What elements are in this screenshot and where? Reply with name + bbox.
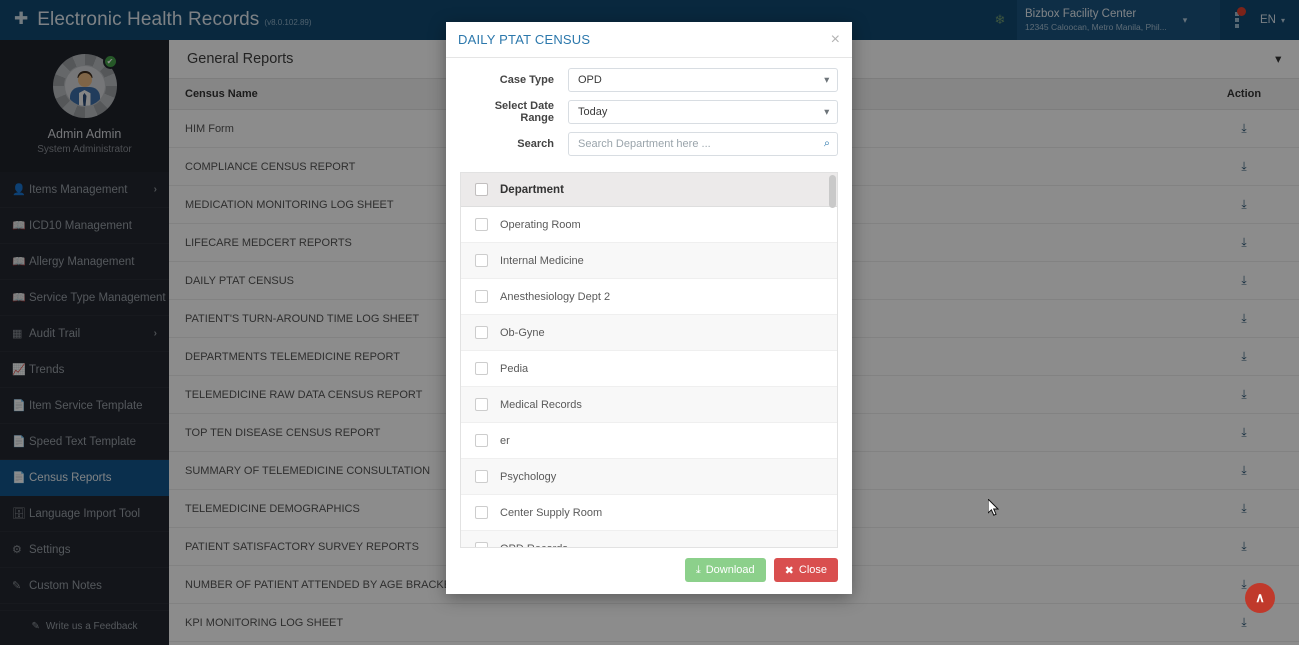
department-list-item[interactable]: OPD Records: [461, 531, 837, 548]
modal-footer: ⤓ Download ✖ Close: [446, 548, 852, 594]
department-checkbox[interactable]: [475, 470, 488, 483]
department-label: Pedia: [500, 362, 529, 375]
department-label: er: [500, 434, 510, 447]
department-checkbox[interactable]: [475, 398, 488, 411]
scrollbar-thumb[interactable]: [829, 175, 836, 208]
department-label: Medical Records: [500, 398, 582, 411]
department-checkbox[interactable]: [475, 434, 488, 447]
case-type-select[interactable]: OPD: [568, 68, 838, 92]
department-list-item[interactable]: Operating Room: [461, 207, 837, 243]
close-button[interactable]: ✖ Close: [773, 558, 838, 582]
department-list-item[interactable]: Internal Medicine: [461, 243, 837, 279]
download-label: Download: [705, 564, 755, 576]
department-list-item[interactable]: Psychology: [461, 459, 837, 495]
department-checkbox[interactable]: [475, 362, 488, 375]
search-input[interactable]: [568, 132, 838, 156]
department-list-item[interactable]: Anesthesiology Dept 2: [461, 279, 837, 315]
department-checkbox[interactable]: [475, 254, 488, 267]
department-label: Internal Medicine: [500, 254, 584, 267]
date-range-label: Select Date Range: [494, 100, 554, 124]
x-icon: ✖: [784, 564, 794, 577]
department-list-item[interactable]: er: [461, 423, 837, 459]
daily-ptat-census-modal: DAILY PTAT CENSUS × Case Type OPD ▾ Sele…: [446, 22, 852, 594]
department-label: Ob-Gyne: [500, 326, 545, 339]
department-list-scrollbar[interactable]: [829, 174, 836, 547]
department-list-item[interactable]: Pedia: [461, 351, 837, 387]
close-label: Close: [798, 564, 827, 576]
modal-header: DAILY PTAT CENSUS ×: [446, 22, 852, 58]
field-case-type: Case Type OPD ▾: [460, 68, 838, 92]
department-column-label: Department: [500, 183, 564, 196]
department-label: OPD Records: [500, 543, 568, 548]
department-list-item[interactable]: Medical Records: [461, 387, 837, 423]
scroll-to-top-button[interactable]: ∧: [1245, 583, 1275, 613]
department-list-item[interactable]: Ob-Gyne: [461, 315, 837, 351]
modal-title: DAILY PTAT CENSUS: [458, 32, 591, 47]
department-list: Department Operating Room Internal Medici…: [460, 172, 838, 548]
department-list-header: Department: [461, 173, 837, 207]
download-button[interactable]: ⤓ Download: [684, 558, 766, 582]
download-icon: ⤓: [695, 563, 701, 576]
app-root: ✚ Electronic Health Records (v8.0.102.89…: [0, 0, 1299, 645]
chevron-up-icon: ∧: [1255, 590, 1265, 605]
department-label: Operating Room: [500, 218, 581, 231]
department-label: Center Supply Room: [500, 506, 603, 519]
department-checkbox[interactable]: [475, 326, 488, 339]
department-checkbox[interactable]: [475, 290, 488, 303]
department-checkbox[interactable]: [475, 506, 488, 519]
department-checkbox[interactable]: [475, 218, 488, 231]
modal-form: Case Type OPD ▾ Select Date Range Today …: [446, 58, 852, 164]
department-label: Anesthesiology Dept 2: [500, 290, 611, 303]
select-all-checkbox[interactable]: [475, 183, 488, 196]
close-icon[interactable]: ×: [831, 31, 840, 48]
date-range-select[interactable]: Today: [568, 100, 838, 124]
case-type-label: Case Type: [499, 74, 554, 86]
department-label: Psychology: [500, 470, 557, 483]
field-date-range: Select Date Range Today ▾: [460, 100, 838, 124]
department-checkbox[interactable]: [475, 542, 488, 547]
department-list-item[interactable]: Center Supply Room: [461, 495, 837, 531]
field-search: Search ⌕: [460, 132, 838, 156]
search-label: Search: [517, 138, 554, 150]
